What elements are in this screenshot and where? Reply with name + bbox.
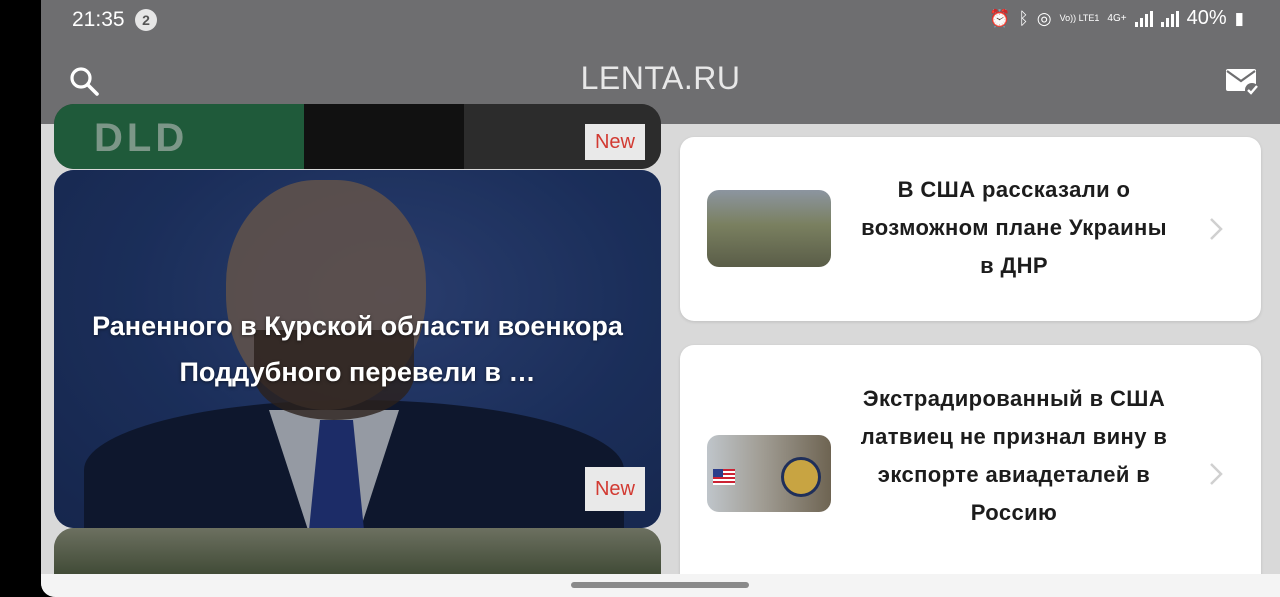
battery-icon: ▮ — [1234, 8, 1244, 28]
new-badge: New — [585, 124, 645, 160]
image-lettering: DLD — [94, 116, 189, 160]
network-type-label: 4G+ — [1107, 13, 1127, 24]
app-screen: 21:35 2 ⏰ ᛒ ◎ Vo)) LTE1 4G+ 40% ▮ LENTA.… — [41, 0, 1280, 597]
inbox-button[interactable] — [1224, 66, 1260, 98]
featured-news-card[interactable]: Раненного в Курской области военкора Под… — [54, 170, 661, 528]
featured-news-card[interactable]: DLD New — [54, 104, 661, 169]
alarm-icon: ⏰ — [989, 8, 1011, 28]
news-title: Экстрадированный в США латвиец не призна… — [860, 386, 1168, 525]
featured-column: DLD New Раненного в Курской области воен… — [54, 104, 661, 597]
system-nav-bar — [41, 574, 1280, 597]
card-image-part — [304, 104, 464, 169]
seal-icon — [781, 457, 821, 497]
battery-percent: 40% — [1186, 7, 1227, 29]
signal-strength-icon — [1134, 10, 1153, 27]
chevron-right-icon — [1210, 218, 1223, 240]
featured-headline: Раненного в Курской области военкора Под… — [92, 311, 623, 387]
notification-count-badge: 2 — [135, 9, 157, 31]
news-list-item[interactable]: Экстрадированный в США латвиец не призна… — [680, 345, 1261, 597]
app-title: LENTA.RU — [580, 60, 741, 96]
news-list-item[interactable]: В США рассказали о возможном плане Украи… — [680, 137, 1261, 321]
new-badge: New — [585, 467, 645, 511]
status-bar: 21:35 2 ⏰ ᛒ ◎ Vo)) LTE1 4G+ 40% ▮ — [41, 0, 1280, 40]
news-thumbnail — [707, 435, 831, 512]
chevron-right-icon — [1210, 463, 1223, 485]
status-icons: ⏰ ᛒ ◎ Vo)) LTE1 4G+ 40% ▮ — [989, 7, 1244, 30]
news-thumbnail — [707, 190, 831, 267]
signal-strength-2-icon — [1160, 10, 1179, 27]
mail-check-icon — [1226, 69, 1259, 97]
status-time: 21:35 — [72, 8, 125, 31]
news-title: В США рассказали о возможном плане Украи… — [861, 177, 1167, 278]
volte-label: Vo)) LTE1 — [1059, 13, 1100, 23]
home-gesture-handle[interactable] — [571, 582, 749, 588]
flag-icon — [713, 469, 735, 485]
bluetooth-icon: ᛒ — [1018, 8, 1029, 28]
hotspot-icon: ◎ — [1036, 8, 1052, 28]
